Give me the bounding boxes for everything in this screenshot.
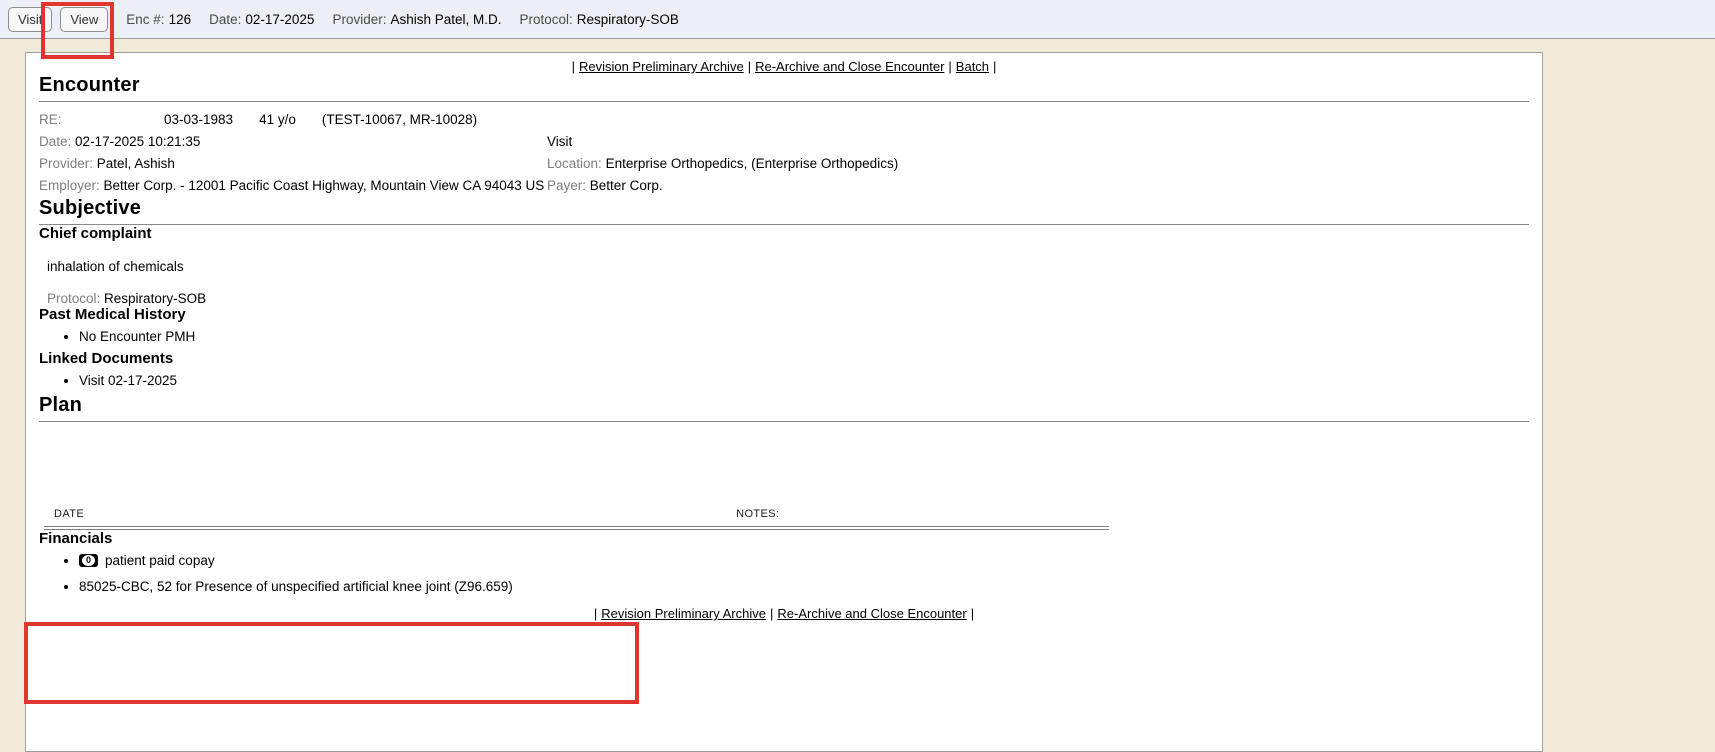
employer-value: Better Corp. - 12001 Pacific Coast Highw…: [104, 178, 545, 193]
encounter-number-field: Enc #: 126: [126, 12, 191, 27]
rearchive-close-encounter-link-top[interactable]: Re-Archive and Close Encounter: [755, 59, 944, 74]
linked-document-item: Visit 02-17-2025: [79, 373, 1529, 388]
encounter-date-value: 02-17-2025: [245, 12, 314, 27]
location-line: Location: Enterprise Orthopedics, (Enter…: [547, 153, 1529, 175]
visit-date-label: Date:: [39, 134, 71, 149]
plan-date-column-header: DATE: [54, 508, 84, 520]
encounter-section-heading: Encounter: [39, 74, 1529, 97]
visit-date-line: Date: 02-17-2025 10:21:35: [39, 131, 547, 153]
grid-spacer: [547, 109, 1529, 131]
linked-documents-list: Visit 02-17-2025: [39, 373, 1529, 388]
visit-type: Visit: [547, 131, 1529, 153]
encounter-divider: [39, 101, 1529, 102]
location-value: Enterprise Orthopedics, (Enterprise Orth…: [606, 156, 899, 171]
separator: |: [748, 59, 751, 74]
separator: |: [993, 59, 996, 74]
past-medical-history-heading: Past Medical History: [39, 306, 1529, 323]
patient-re-line: RE:03-03-1983 41 y/o (TEST-10067, MR-10028…: [39, 109, 547, 131]
location-label: Location:: [547, 156, 602, 171]
financials-list: 0 patient paid copay 85025-CBC, 52 for Pr…: [39, 553, 1529, 594]
payer-value: Better Corp.: [590, 178, 663, 193]
subjective-protocol-value: Respiratory-SOB: [104, 291, 206, 306]
visit-tab-button[interactable]: Visit: [8, 7, 52, 32]
provider-value: Ashish Patel, M.D.: [390, 12, 501, 27]
provider-line-label: Provider:: [39, 156, 93, 171]
separator: |: [770, 606, 773, 621]
rearchive-close-encounter-link-bottom[interactable]: Re-Archive and Close Encounter: [777, 606, 966, 621]
chief-complaint-text: inhalation of chemicals: [47, 259, 1529, 274]
protocol-field: Protocol: Respiratory-SOB: [520, 12, 679, 27]
separator: |: [594, 606, 597, 621]
encounter-date-label: Date:: [209, 12, 241, 27]
protocol-label: Protocol:: [520, 12, 573, 27]
separator: |: [971, 606, 974, 621]
separator: |: [572, 59, 575, 74]
plan-table: DATE NOTES:: [44, 508, 1109, 530]
visit-date-value: 02-17-2025 10:21:35: [75, 134, 200, 149]
encounter-document-panel: | Revision Preliminary Archive | Re-Archive…: [25, 52, 1543, 752]
provider-label: Provider:: [332, 12, 386, 27]
financials-charge-item: 85025-CBC, 52 for Presence of unspecifie…: [79, 579, 1529, 594]
batch-link[interactable]: Batch: [956, 59, 989, 74]
provider-line: Provider: Patel, Ashish: [39, 153, 547, 175]
subjective-section-heading: Subjective: [39, 197, 1529, 220]
re-label: RE:: [39, 109, 164, 131]
chief-complaint-heading: Chief complaint: [39, 225, 1529, 242]
payer-line: Payer: Better Corp.: [547, 175, 1529, 197]
provider-line-value: Patel, Ashish: [97, 156, 175, 171]
plan-section-heading: Plan: [39, 394, 1529, 417]
top-toolbar: Visit View Enc #: 126 Date: 02-17-2025 Pro…: [0, 0, 1715, 39]
employer-line: Employer: Better Corp. - 12001 Pacific C…: [39, 175, 547, 197]
plan-table-header: DATE NOTES:: [44, 508, 1109, 520]
encounter-details-grid: RE:03-03-1983 41 y/o (TEST-10067, MR-10028…: [39, 109, 1529, 197]
revision-preliminary-archive-link-top[interactable]: Revision Preliminary Archive: [579, 59, 744, 74]
past-medical-history-list: No Encounter PMH: [39, 329, 1529, 344]
patient-ids: (TEST-10067, MR-10028): [322, 112, 477, 127]
patient-age: 41 y/o: [259, 112, 296, 127]
top-archive-links: | Revision Preliminary Archive | Re-Archive…: [39, 59, 1529, 74]
subjective-protocol-label: Protocol:: [47, 291, 100, 306]
view-tab-button[interactable]: View: [60, 7, 108, 32]
encounter-number-label: Enc #:: [126, 12, 164, 27]
financials-copay-text: patient paid copay: [105, 553, 215, 568]
encounter-date-field: Date: 02-17-2025: [209, 12, 314, 27]
patient-dob: 03-03-1983: [164, 112, 233, 127]
encounter-number-value: 126: [169, 12, 192, 27]
plan-divider: [39, 421, 1529, 422]
provider-field: Provider: Ashish Patel, M.D.: [332, 12, 501, 27]
copay-coin-icon: 0: [79, 554, 98, 567]
subjective-protocol-line: Protocol: Respiratory-SOB: [47, 291, 1529, 306]
payer-label: Payer:: [547, 178, 586, 193]
pmh-item: No Encounter PMH: [79, 329, 1529, 344]
revision-preliminary-archive-link-bottom[interactable]: Revision Preliminary Archive: [601, 606, 766, 621]
employer-label: Employer:: [39, 178, 100, 193]
separator: |: [948, 59, 951, 74]
financials-heading: Financials: [39, 530, 1529, 547]
protocol-value: Respiratory-SOB: [577, 12, 679, 27]
financials-copay-item: 0 patient paid copay: [79, 553, 1529, 568]
plan-notes-column-header: NOTES:: [736, 508, 779, 520]
bottom-archive-links: | Revision Preliminary Archive | Re-Archive…: [39, 606, 1529, 621]
linked-documents-heading: Linked Documents: [39, 350, 1529, 367]
